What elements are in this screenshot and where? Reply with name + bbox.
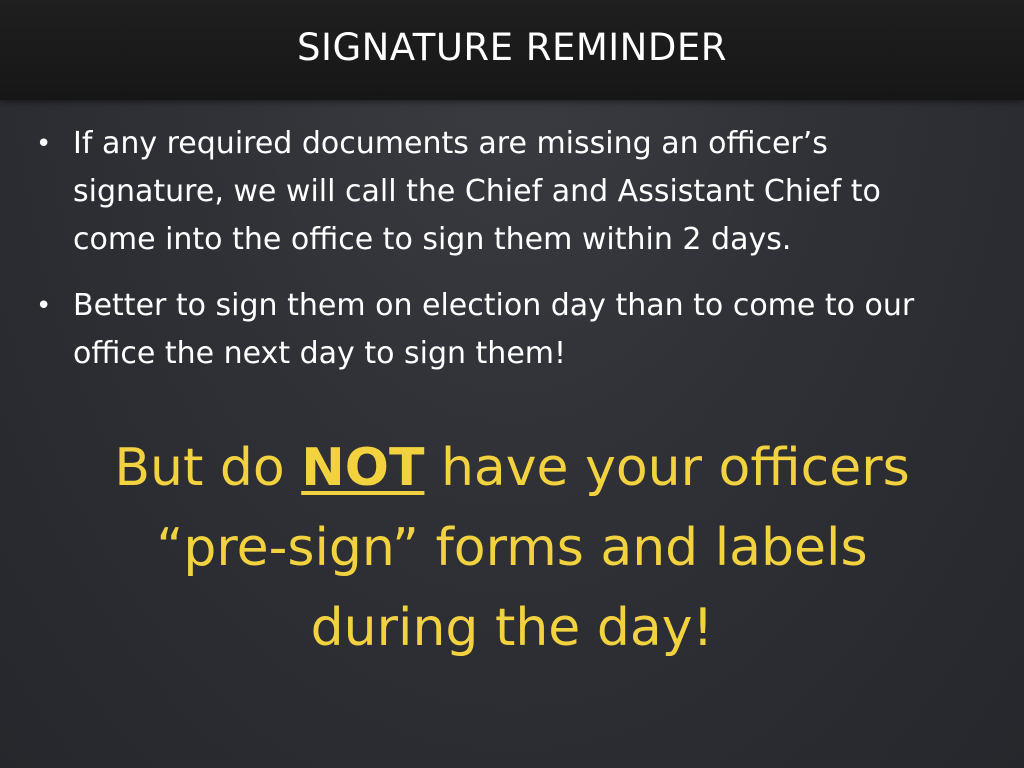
callout-text-before: But do <box>114 438 302 498</box>
callout-line-1: But do NOT have your officers <box>40 428 984 508</box>
bullet-marker: • <box>36 129 52 159</box>
bullet-item: • Better to sign them on election day th… <box>36 282 966 378</box>
callout-emphasis: NOT <box>301 438 425 498</box>
slide-title: SIGNATURE REMINDER <box>297 26 727 69</box>
callout-warning: But do NOT have your officers “pre-sign”… <box>40 428 984 668</box>
slide: SIGNATURE REMINDER • If any required doc… <box>0 0 1024 768</box>
callout-line-3: during the day! <box>310 598 714 658</box>
callout-text-after: have your officers <box>424 438 910 498</box>
callout-line-2: “pre-sign” forms and labels <box>156 518 868 578</box>
bullet-text: If any required documents are missing an… <box>73 126 881 257</box>
title-bar: SIGNATURE REMINDER <box>0 0 1024 100</box>
bullet-item: • If any required documents are missing … <box>36 120 966 264</box>
bullet-list: • If any required documents are missing … <box>36 120 966 396</box>
bullet-marker: • <box>36 291 52 321</box>
bullet-text: Better to sign them on election day than… <box>73 288 915 371</box>
